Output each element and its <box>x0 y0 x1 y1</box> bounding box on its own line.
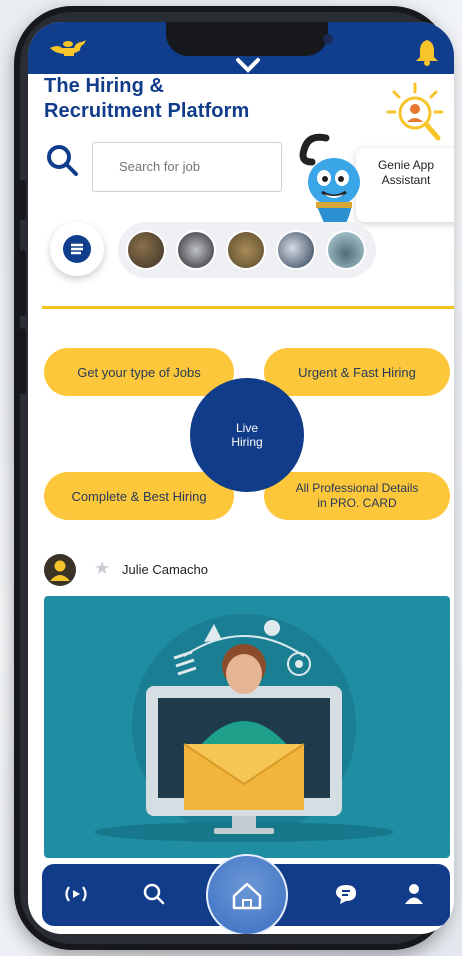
story-avatar-2[interactable] <box>176 230 216 270</box>
menu-lines-icon <box>63 235 91 263</box>
live-hiring-button[interactable]: Live Hiring <box>190 378 304 492</box>
menu-button[interactable] <box>50 222 104 276</box>
home-button[interactable] <box>206 854 288 934</box>
section-divider <box>42 306 454 309</box>
avatar[interactable] <box>44 554 76 586</box>
side-button <box>20 328 26 394</box>
bulb-person-icon <box>386 82 444 141</box>
story-avatar-3[interactable] <box>226 230 266 270</box>
phone-notch <box>166 22 333 56</box>
chat-icon[interactable] <box>330 878 362 910</box>
broadcast-icon[interactable] <box>60 878 92 910</box>
assistant-label: Genie App Assistant <box>364 158 448 188</box>
complete-hiring-button[interactable]: Complete & Best Hiring <box>44 472 234 520</box>
camera-dot <box>323 34 333 44</box>
title-line-1: The Hiring & <box>44 75 165 97</box>
post-author: Julie Camacho <box>122 562 208 577</box>
post-image[interactable] <box>44 596 450 858</box>
top-bar <box>28 22 454 74</box>
title-line-2: Recruitment Platform <box>44 100 250 122</box>
pro-card-line-2: in PRO. CARD <box>317 496 397 510</box>
story-avatar-4[interactable] <box>276 230 316 270</box>
search-input[interactable] <box>92 142 282 192</box>
search-icon[interactable] <box>44 142 80 178</box>
jobs-type-button[interactable]: Get your type of Jobs <box>44 348 234 396</box>
home-icon <box>232 882 262 910</box>
urgent-hiring-button[interactable]: Urgent & Fast Hiring <box>264 348 450 396</box>
star-icon[interactable]: ★ <box>94 558 110 579</box>
volume-up-button <box>20 180 26 220</box>
chevron-down-icon[interactable] <box>232 56 264 76</box>
genie-lamp-icon[interactable] <box>48 32 88 58</box>
live-hiring-line-2: Hiring <box>231 435 263 449</box>
story-avatar-5[interactable] <box>326 230 366 270</box>
page-title: The Hiring & Recruitment Platform <box>44 74 249 124</box>
assistant-label-line-1: Genie App <box>377 158 435 172</box>
user-icon <box>50 560 70 581</box>
profile-icon[interactable] <box>398 878 430 910</box>
pro-card-button[interactable]: All Professional Details in PRO. CARD <box>264 472 450 520</box>
assistant-label-line-2: Assistant <box>381 173 431 187</box>
volume-down-button <box>20 250 26 316</box>
hiring-illustration <box>94 614 394 842</box>
search-icon[interactable] <box>138 878 170 910</box>
live-hiring-line-1: Live <box>235 421 258 435</box>
app-screen: The Hiring & Recruitment Platform Genie … <box>28 22 454 934</box>
bell-icon[interactable] <box>414 38 440 66</box>
pro-card-line-1: All Professional Details <box>295 481 419 495</box>
story-avatar-1[interactable] <box>126 230 166 270</box>
